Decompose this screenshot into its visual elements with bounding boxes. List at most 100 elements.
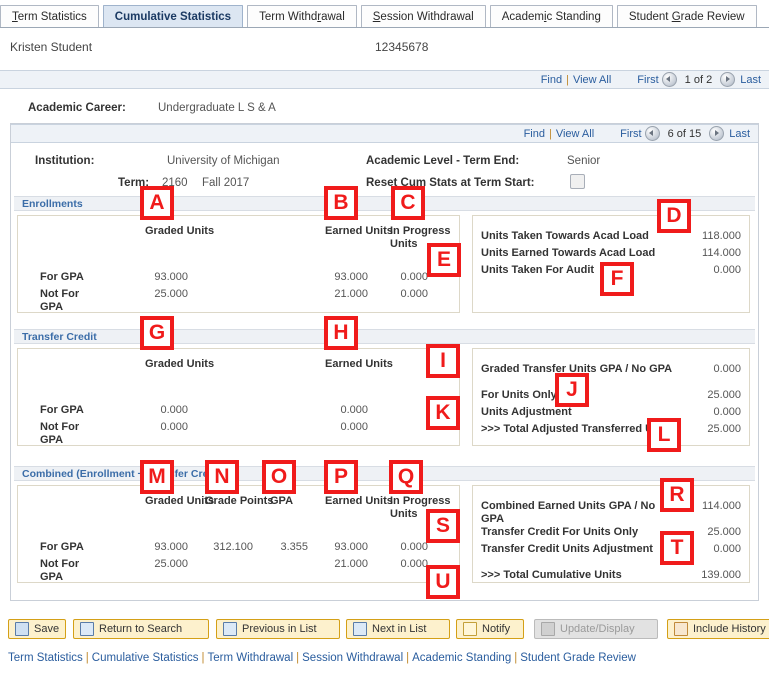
transfer-summary-box: 0.000 Graded Transfer Units GPA / No GPA 2… xyxy=(472,348,750,446)
first-link-inner[interactable]: First xyxy=(620,128,641,140)
marker-l: L xyxy=(647,418,681,452)
next-arrow-icon-inner[interactable] xyxy=(709,126,725,141)
marker-j: J xyxy=(555,373,589,407)
academic-level-value: Senior xyxy=(567,155,601,167)
cell-value: 0.000 xyxy=(400,271,428,283)
cell-value: 93.000 xyxy=(154,541,188,553)
enrollments-section-body: Graded Units Earned Units In Progress Unit… xyxy=(14,211,755,316)
reset-cum-stats-checkbox[interactable] xyxy=(570,174,585,189)
row-counter-inner: 6 of 15 xyxy=(667,127,702,140)
summary-value: 25.000 xyxy=(707,423,741,435)
outer-navigation-bar: Find | View All First 1 of 2 Last xyxy=(0,70,769,89)
summary-label: Units Taken Towards Acad Load xyxy=(481,230,649,242)
cell-value: 25.000 xyxy=(154,288,188,300)
transfer-units-table: Graded Units Earned Units For GPA 0.000 0.00… xyxy=(17,348,460,446)
button-label: Previous in List xyxy=(242,623,317,635)
summary-label: Units Taken For Audit xyxy=(481,264,595,276)
footer-link-academic-standing[interactable]: Academic Standing xyxy=(412,652,511,664)
footer-link-session-withdrawal[interactable]: Session Withdrawal xyxy=(302,652,403,664)
marker-m: M xyxy=(140,460,174,494)
marker-s: S xyxy=(426,509,460,543)
previous-arrow-icon-inner[interactable] xyxy=(644,126,660,141)
summary-label: Combined Earned Units GPA / No GPA xyxy=(481,500,656,525)
button-label: Update/Display xyxy=(560,623,635,635)
combined-summary-box: 114.000 Combined Earned Units GPA / No GP… xyxy=(472,485,750,583)
last-link-inner[interactable]: Last xyxy=(729,128,750,140)
notify-button[interactable]: Notify xyxy=(456,619,524,639)
first-link-outer[interactable]: First xyxy=(637,74,658,86)
nav-separator-outer: | xyxy=(566,73,569,86)
footer-link-term-statistics[interactable]: Term Statistics xyxy=(8,652,83,664)
combined-column-header: Earned Units xyxy=(325,495,393,507)
row-label: For GPA xyxy=(40,404,84,416)
footer-separator: | xyxy=(201,652,205,664)
marker-d: D xyxy=(657,199,691,233)
nav-separator-inner: | xyxy=(548,127,552,140)
button-label: Include History xyxy=(693,623,766,635)
summary-value: 0.000 xyxy=(713,363,741,375)
marker-b: B xyxy=(324,186,358,220)
enrollments-column-header: Graded Units xyxy=(145,225,215,237)
tab-term-withdrawal[interactable]: Term Withdrawal xyxy=(247,5,357,27)
find-link-outer[interactable]: Find xyxy=(541,74,562,86)
marker-f: F xyxy=(600,262,634,296)
cell-value: 93.000 xyxy=(154,271,188,283)
marker-i: I xyxy=(426,344,460,378)
combined-group: Combined (Enrollment + Transfer Credits)… xyxy=(14,466,755,586)
tab-academic-standing[interactable]: Academic Standing xyxy=(489,5,613,27)
update-display-icon xyxy=(541,622,555,636)
return-to-search-button[interactable]: Return to Search xyxy=(73,619,209,639)
summary-label: >>> Total Cumulative Units xyxy=(481,569,622,581)
institution-label: Institution: xyxy=(35,155,95,167)
academic-career-label: Academic Career: xyxy=(28,102,126,114)
tab-student-grade-review[interactable]: Student Grade Review xyxy=(616,5,757,27)
save-button[interactable]: Save xyxy=(8,619,66,639)
combined-section-body: Graded Units Grade Points GPA Earned Units I… xyxy=(14,481,755,586)
last-link-outer[interactable]: Last xyxy=(740,74,761,86)
academic-level-label: Academic Level - Term End: xyxy=(366,155,520,167)
tab-session-withdrawal[interactable]: Session Withdrawal xyxy=(360,5,486,27)
marker-g: G xyxy=(140,316,174,350)
summary-value: 0.000 xyxy=(713,406,741,418)
view-all-link-outer[interactable]: View All xyxy=(573,74,611,86)
enrollments-units-table: Graded Units Earned Units In Progress Unit… xyxy=(17,215,460,313)
footer-separator: | xyxy=(296,652,300,664)
footer-link-cumulative-statistics[interactable]: Cumulative Statistics xyxy=(92,652,199,664)
button-label: Notify xyxy=(482,623,511,635)
next-in-list-button[interactable]: Next in List xyxy=(346,619,450,639)
next-arrow-icon-outer[interactable] xyxy=(720,72,736,87)
summary-label: Units Earned Towards Acad Load xyxy=(481,247,656,259)
summary-label: Transfer Credit For Units Only xyxy=(481,526,639,538)
search-return-icon xyxy=(80,622,94,636)
term-description-value: Fall 2017 xyxy=(202,177,250,189)
footer-link-student-grade-review[interactable]: Student Grade Review xyxy=(520,652,636,664)
marker-t: T xyxy=(660,531,694,565)
find-link-inner[interactable]: Find xyxy=(524,128,545,140)
academic-career-value: Undergraduate L S & A xyxy=(158,102,276,114)
button-label: Return to Search xyxy=(99,623,183,635)
button-label: Save xyxy=(34,623,60,635)
footer-separator: | xyxy=(406,652,410,664)
footer-separator: | xyxy=(85,652,89,664)
view-all-link-inner[interactable]: View All xyxy=(556,128,594,140)
transfer-section-body: Graded Units Earned Units For GPA 0.000 0.00… xyxy=(14,344,755,449)
tab-cumulative-statistics[interactable]: Cumulative Statistics xyxy=(102,5,244,27)
enrollments-group: Enrollments Graded Units Earned Units In Pr… xyxy=(14,196,755,316)
transfer-section-title: Transfer Credit xyxy=(14,329,755,344)
cell-value: 93.000 xyxy=(334,271,368,283)
tab-term-statistics[interactable]: Term Statistics xyxy=(0,5,99,27)
cell-value: 21.000 xyxy=(334,558,368,570)
include-history-button[interactable]: Include History xyxy=(667,619,769,639)
previous-in-list-button[interactable]: Previous in List xyxy=(216,619,340,639)
cell-value: 0.000 xyxy=(400,541,428,553)
footer-link-term-withdrawal[interactable]: Term Withdrawal xyxy=(208,652,294,664)
marker-e: E xyxy=(427,243,461,277)
summary-value: 0.000 xyxy=(713,264,741,276)
combined-column-header: Grade Points xyxy=(205,495,274,507)
marker-u: U xyxy=(426,565,460,599)
row-counter-outer: 1 of 2 xyxy=(684,73,713,86)
previous-arrow-icon-outer[interactable] xyxy=(661,72,677,87)
marker-h: H xyxy=(324,316,358,350)
combined-units-table: Graded Units Grade Points GPA Earned Units I… xyxy=(17,485,460,583)
include-history-icon xyxy=(674,622,688,636)
